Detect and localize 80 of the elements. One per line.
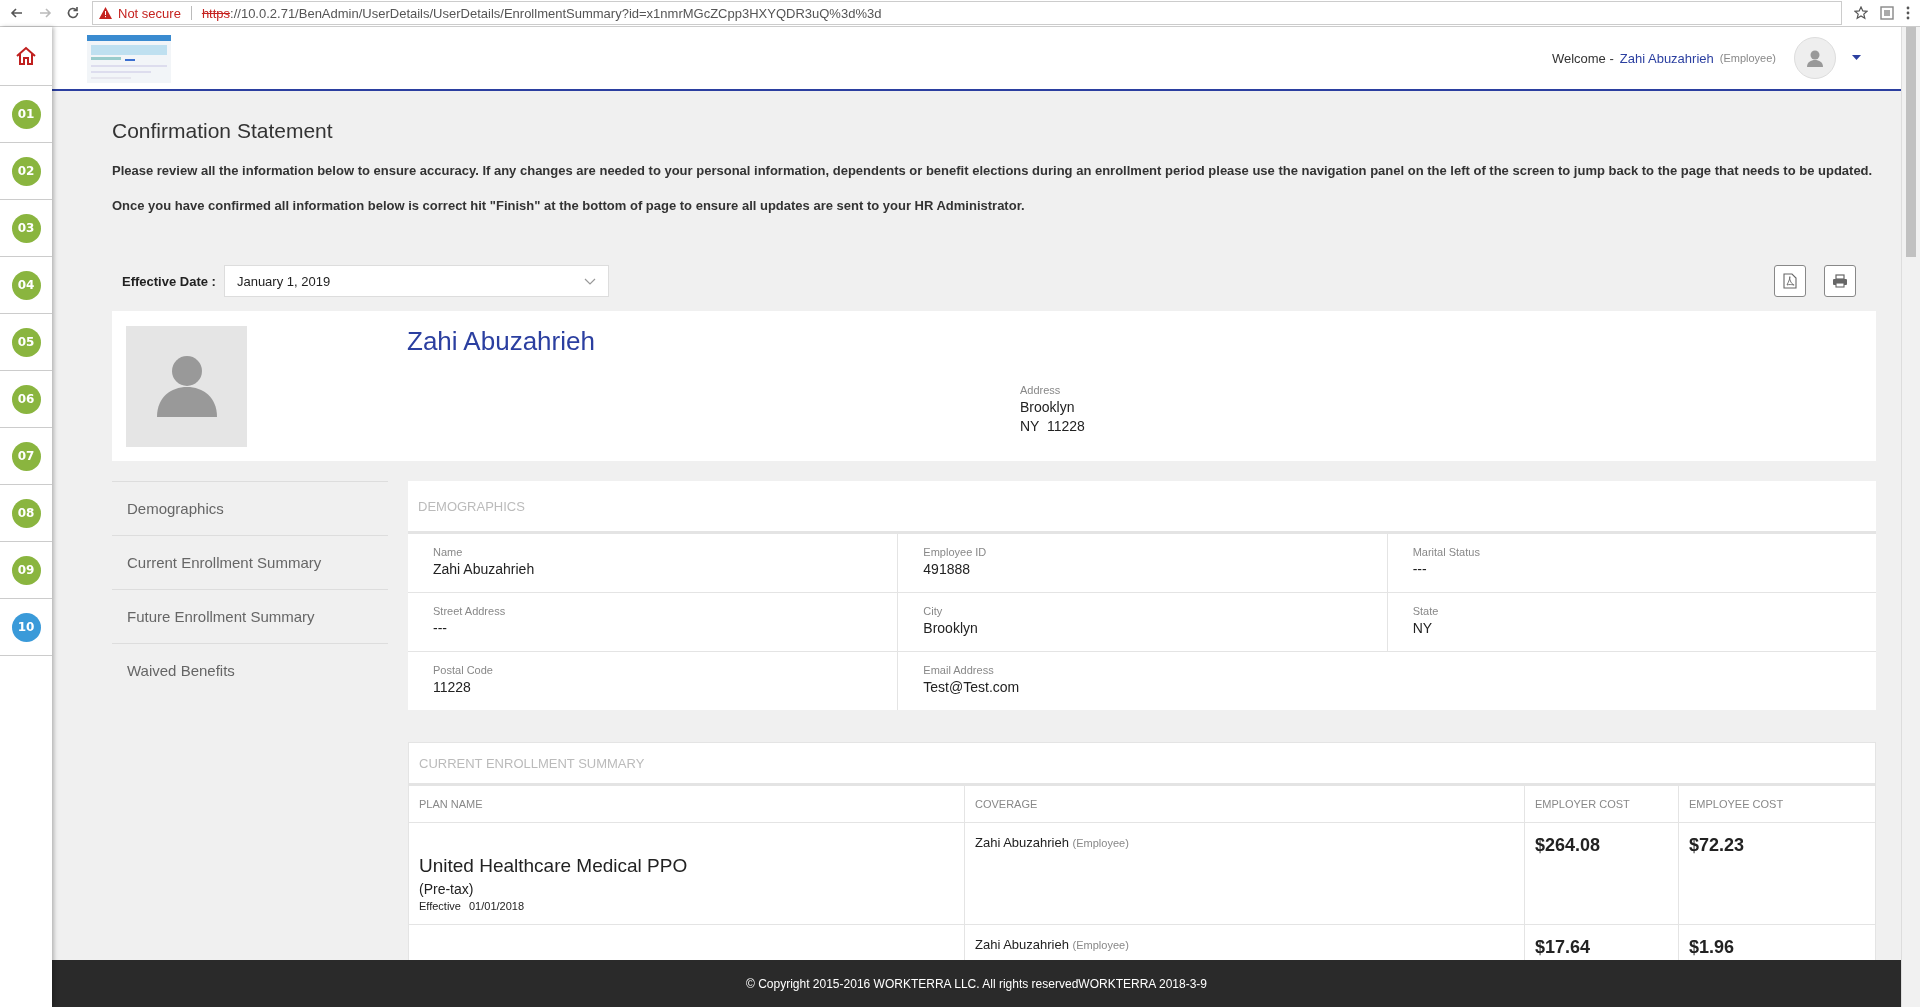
page-title: Confirmation Statement [112,119,334,143]
field-label: Email Address [923,664,995,676]
warning-icon [99,7,112,19]
field-value: Zahi Abuzahrieh [433,561,536,577]
section-menu-item[interactable]: Demographics [112,481,388,535]
field-value: Test@Test.com [923,679,1021,695]
address-line: NY 11228 [1020,418,1085,434]
field-value: 491888 [923,561,972,577]
effective-label: Effective [419,900,461,912]
step-badge[interactable]: 08 [11,498,41,528]
field-value: NY [1412,620,1434,636]
step-badge[interactable]: 07 [11,441,41,471]
welcome-label: Welcome - [1551,50,1614,66]
instruction-text: Please review all the information below to ensure accuracy. If any changes are needed to your personal information, dependents or benefit elections during an enrollment period please use the navigation panel on the left of the screen to jump back to the page that needs to be updated. [112,163,1874,178]
step-badge[interactable]: 01 [11,99,41,129]
section-menu-item[interactable]: Current Enrollment Summary [112,535,388,589]
reload-icon[interactable] [66,6,80,20]
copyright-text: © Copyright 2015-2016 WORKTERRA LLC. All rights reservedWORKTERRA 2018-3-9 [746,976,1207,991]
back-icon[interactable] [10,6,24,20]
printer-icon [1832,274,1848,288]
field-label: Employee ID [923,546,988,558]
field-label: City [923,605,944,617]
section-title: CURRENT ENROLLMENT SUMMARY [409,743,1875,786]
effective-date-dropdown[interactable]: January 1, 2019 [223,265,609,297]
pdf-button[interactable] [1774,265,1806,297]
security-label: Not secure [118,5,181,21]
field-label: Marital Status [1412,546,1481,558]
column-header: COVERAGE [964,786,1524,822]
scrollbar[interactable] [1901,27,1920,1007]
field-value: --- [1412,561,1428,577]
tax-type: (Pre-tax) [419,881,475,897]
step-badge[interactable]: 10 [11,612,41,642]
section-title: DEMOGRAPHICS [408,481,1876,534]
user-role: (Employee) [1719,52,1776,64]
employer-cost: $264.08 [1535,835,1601,855]
field-label: Postal Code [433,664,494,676]
caret-icon[interactable] [1852,55,1861,61]
field-value: 11228 [433,679,472,695]
employer-cost: $17.64 [1535,937,1591,957]
person-placeholder-icon [126,326,247,447]
address-line: Brooklyn [1020,399,1076,415]
coverage-role: (Employee) [1072,939,1129,951]
instruction-text: Once you have confirmed all information below is correct hit "Finish" at the bottom of page to ensure all updates are sent to your HR Administrator. [112,198,1026,213]
user-name-link[interactable]: Zahi Abuzahrieh [1619,50,1714,66]
field-label: State [1412,605,1440,617]
employee-name: Zahi Abuzahrieh [407,326,595,358]
pdf-icon [1783,273,1797,289]
step-badge[interactable]: 06 [11,384,41,414]
section-menu-item[interactable]: Future Enrollment Summary [112,589,388,643]
print-button[interactable] [1824,265,1856,297]
field-label: Name [433,546,464,558]
column-header: EMPLOYER COST [1524,786,1678,822]
scrollbar-thumb[interactable] [1906,27,1916,257]
coverage-name: Zahi Abuzahrieh [975,835,1069,850]
home-icon [15,46,37,66]
effective-date-label: Effective Date : [122,273,216,289]
effective-date: 01/01/2018 [469,900,525,912]
step-badge[interactable]: 02 [11,156,41,186]
employee-cost: $1.96 [1689,937,1735,957]
chevron-down-icon [583,277,596,285]
step-badge[interactable]: 03 [11,213,41,243]
avatar-icon[interactable] [1794,37,1836,79]
url-text: https://10.0.2.71/BenAdmin/UserDetails/UserDetails/EnrollmentSummary?id=x1nmrMGcZCpp3HXYQDR3uQ%3d%3d [201,5,882,21]
section-menu-item[interactable]: Waived Benefits [112,643,388,697]
coverage-role: (Employee) [1072,837,1129,849]
column-header: PLAN NAME [418,797,484,812]
plan-name: United Healthcare Medical PPO [419,855,689,877]
field-label: Street Address [433,605,507,617]
menu-icon[interactable] [1906,6,1910,20]
address-label: Address [1020,384,1062,396]
step-badge[interactable]: 05 [11,327,41,357]
coverage-name: Zahi Abuzahrieh [975,937,1069,952]
step-badge[interactable]: 09 [11,555,41,585]
star-icon[interactable] [1854,6,1868,20]
field-value: Brooklyn [923,620,979,636]
column-header: EMPLOYEE COST [1678,786,1875,822]
field-value: --- [433,620,448,636]
step-badge[interactable]: 04 [11,270,41,300]
employee-cost: $72.23 [1689,835,1745,855]
address-bar[interactable]: Not secure https://10.0.2.71/BenAdmin/UserDetails/UserDetails/EnrollmentSummary?id=x1nmrMGcZCpp3HXYQDR3uQ%3d%3d [0,0,1920,27]
